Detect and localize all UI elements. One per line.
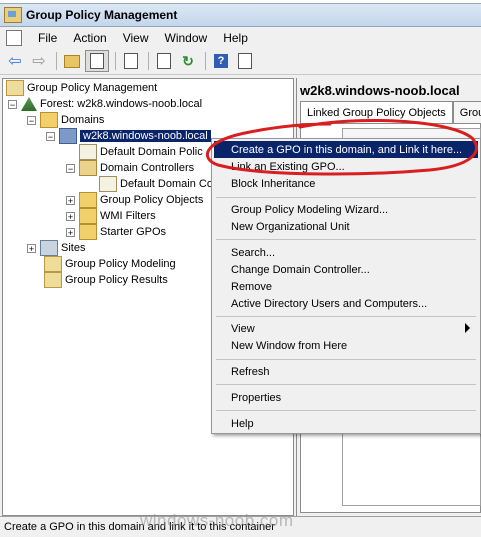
collapse-icon[interactable]: − (46, 131, 55, 141)
watermark: windows-noob.com (140, 511, 294, 530)
tree-gpos[interactable]: + Group Policy Objects (66, 192, 203, 208)
menu-gp-modeling-wizard[interactable]: Group Policy Modeling Wizard... (214, 201, 478, 218)
ou-icon (79, 160, 97, 176)
menu-new-window[interactable]: New Window from Here (214, 337, 478, 354)
menu-separator (216, 197, 476, 198)
tree-label: Domains (61, 114, 105, 126)
collapse-icon[interactable]: − (27, 115, 36, 125)
menu-separator (216, 239, 476, 240)
menu-remove[interactable]: Remove (214, 278, 478, 295)
tree-sites[interactable]: + Sites (27, 240, 85, 256)
tab-group-policy-inheritance[interactable]: Group (452, 101, 481, 124)
menu-refresh[interactable]: Refresh (214, 363, 478, 380)
domain-icon (59, 128, 77, 144)
menu-view[interactable]: View (115, 31, 157, 45)
context-menu: Create a GPO in this domain, and Link it… (211, 138, 481, 434)
menu-change-dc[interactable]: Change Domain Controller... (214, 261, 478, 278)
properties-icon[interactable] (120, 51, 142, 71)
menu-separator (216, 384, 476, 385)
folder-icon (79, 224, 97, 240)
menu-help[interactable]: Help (215, 31, 256, 45)
tree-domain[interactable]: − w2k8.windows-noob.local (46, 128, 211, 144)
expand-icon[interactable]: + (66, 195, 75, 205)
forward-icon[interactable]: ⇨ (28, 51, 50, 71)
menu-view[interactable]: View (214, 320, 478, 337)
tree-starter-gpos[interactable]: + Starter GPOs (66, 224, 166, 240)
expand-icon[interactable]: + (66, 227, 75, 237)
menu-help[interactable]: Help (214, 415, 478, 432)
menu-action[interactable]: Action (65, 31, 114, 45)
tree-label: Group Policy Management (27, 82, 158, 94)
gpo-link-icon (79, 144, 97, 160)
tree-label: Default Domain Polic (100, 146, 203, 158)
tree-domains[interactable]: − Domains (27, 112, 104, 128)
show-hide-tree-icon[interactable] (85, 50, 109, 72)
tree-results[interactable]: Group Policy Results (44, 272, 168, 288)
details-title: w2k8.windows-noob.local (300, 83, 460, 98)
tree-default-domain-policy[interactable]: Default Domain Polic (79, 144, 203, 160)
tree-wmi-filters[interactable]: + WMI Filters (66, 208, 156, 224)
toolbar-separator (115, 52, 116, 70)
tree-root[interactable]: Group Policy Management (6, 80, 157, 96)
menu-separator (216, 410, 476, 411)
details-tabs: Linked Group Policy Objects Group (300, 101, 481, 124)
menu-block-inheritance[interactable]: Block Inheritance (214, 175, 478, 192)
collapse-icon[interactable]: − (8, 99, 17, 109)
tree-label: Group Policy Results (65, 274, 168, 286)
tree-label: Domain Controllers (100, 162, 195, 174)
submenu-arrow-icon (465, 323, 470, 333)
expand-icon[interactable]: + (27, 243, 36, 253)
forest-icon (21, 97, 37, 111)
toolbar-separator (205, 52, 206, 70)
refresh-icon[interactable]: ↻ (177, 51, 199, 71)
folder-icon (79, 208, 97, 224)
export-list-icon[interactable] (153, 51, 175, 71)
folder-icon (79, 192, 97, 208)
menu-separator (216, 316, 476, 317)
domains-folder-icon (40, 112, 58, 128)
title-bar[interactable]: Group Policy Management (0, 4, 481, 27)
mmc-icon[interactable] (234, 51, 256, 71)
tree-label: Sites (61, 242, 86, 254)
tree-modeling[interactable]: Group Policy Modeling (44, 256, 176, 272)
tree-label: Default Domain Co (120, 178, 213, 190)
modeling-icon (44, 256, 62, 272)
menu-new-ou[interactable]: New Organizational Unit (214, 218, 478, 235)
menu-separator (216, 359, 476, 360)
results-icon (44, 272, 62, 288)
menu-create-gpo-link[interactable]: Create a GPO in this domain, and Link it… (214, 141, 478, 158)
up-folder-icon[interactable] (61, 51, 83, 71)
tree-domain-controllers[interactable]: − Domain Controllers (66, 160, 194, 176)
toolbar: ⇦ ⇨ ↻ ? (0, 48, 481, 75)
toolbar-separator (56, 52, 57, 70)
tree-label: Forest: w2k8.windows-noob.local (40, 98, 203, 110)
tree-label: Group Policy Modeling (65, 258, 176, 270)
tree-label-selected: w2k8.windows-noob.local (80, 130, 211, 142)
back-icon[interactable]: ⇦ (4, 51, 26, 71)
gpo-link-icon (99, 176, 117, 192)
tree-label: WMI Filters (100, 210, 156, 222)
system-menu-icon[interactable] (6, 29, 22, 46)
menu-window[interactable]: Window (157, 31, 216, 45)
tab-linked-gpos[interactable]: Linked Group Policy Objects (300, 101, 453, 124)
toolbar-separator (148, 52, 149, 70)
menu-aduc[interactable]: Active Directory Users and Computers... (214, 295, 478, 312)
expand-icon[interactable]: + (66, 211, 75, 221)
menu-link-existing-gpo[interactable]: Link an Existing GPO... (214, 158, 478, 175)
tree-default-dc-policy[interactable]: Default Domain Co (99, 176, 213, 192)
tree-label: Group Policy Objects (100, 194, 204, 206)
menu-file[interactable]: File (30, 31, 65, 45)
help-icon[interactable]: ? (210, 51, 232, 71)
gpm-icon (6, 80, 24, 96)
tree-forest[interactable]: − Forest: w2k8.windows-noob.local (8, 96, 202, 112)
menu-bar: File Action View Window Help (0, 27, 481, 48)
gpmc-app-icon (4, 7, 22, 23)
menu-properties[interactable]: Properties (214, 389, 478, 406)
collapse-icon[interactable]: − (66, 163, 75, 173)
menu-search[interactable]: Search... (214, 244, 478, 261)
window-title: Group Policy Management (26, 8, 178, 22)
tree-label: Starter GPOs (100, 226, 167, 238)
menu-view-label: View (231, 322, 255, 335)
sites-icon (40, 240, 58, 256)
